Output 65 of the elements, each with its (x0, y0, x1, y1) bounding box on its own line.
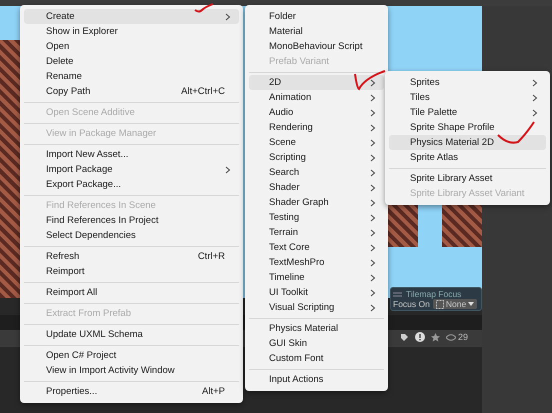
menu-item[interactable]: Input Actions (249, 372, 384, 387)
menu-item[interactable]: 2D (249, 75, 384, 90)
menu-item[interactable]: Physics Material (249, 321, 384, 336)
check-annotation (496, 120, 536, 146)
menu-item[interactable]: Testing (249, 210, 384, 225)
menu-item[interactable]: Scene (249, 135, 384, 150)
menu-item[interactable]: Create (24, 9, 239, 24)
menu-item[interactable]: Sprites (389, 75, 546, 90)
menu-item[interactable]: Sprite Shape Profile (389, 120, 546, 135)
menu-item[interactable]: Text Core (249, 240, 384, 255)
menu-item[interactable]: Properties... Alt+P (24, 384, 239, 399)
menu-item[interactable]: Select Dependencies (24, 228, 239, 243)
check-annotation (193, 2, 215, 14)
drag-handle-icon[interactable] (393, 292, 402, 296)
menu-item[interactable]: Reimport (24, 264, 239, 279)
menu-item[interactable]: Visual Scripting (249, 300, 384, 315)
menu-item[interactable]: Sprite Library Asset (389, 171, 546, 186)
tag-icon[interactable] (400, 332, 409, 342)
menu-item[interactable]: Update UXML Schema (24, 327, 239, 342)
menu-item[interactable]: Refresh Ctrl+R (24, 249, 239, 264)
menu-item[interactable]: Reimport All (24, 285, 239, 300)
square-icon (436, 300, 444, 308)
menu-item[interactable]: Show in Explorer (24, 24, 239, 39)
menu-item[interactable]: Shader (249, 180, 384, 195)
shortcut-text: Alt+P (202, 386, 225, 397)
menu-item[interactable]: Shader Graph (249, 195, 384, 210)
panel-title: Tilemap Focus (406, 289, 462, 299)
menu-item[interactable]: UI Toolkit (249, 285, 384, 300)
menu-item[interactable]: Scripting (249, 150, 384, 165)
menu-item[interactable]: Open (24, 39, 239, 54)
menu-item[interactable]: Terrain (249, 225, 384, 240)
caret-icon (468, 302, 474, 306)
menu-item[interactable]: Export Package... (24, 177, 239, 192)
warning-icon[interactable] (415, 332, 425, 342)
menu-item[interactable]: Tile Palette (389, 105, 546, 120)
menu-item[interactable]: Custom Font (249, 351, 384, 366)
menu-item[interactable]: Import Package (24, 162, 239, 177)
hidden-count[interactable]: 29 (446, 332, 468, 342)
menu-item[interactable]: Open C# Project (24, 348, 239, 363)
star-icon[interactable] (431, 332, 440, 342)
check-annotation (353, 68, 387, 91)
menu-item[interactable]: Find References In Project (24, 213, 239, 228)
menu-item[interactable]: Folder (249, 9, 384, 24)
menu-item[interactable]: Tiles (389, 90, 546, 105)
menu-item[interactable]: Search (249, 165, 384, 180)
menu-item[interactable]: Copy Path Alt+Ctrl+C (24, 84, 239, 99)
menu-item[interactable]: Sprite Atlas (389, 150, 546, 165)
eye-icon (446, 334, 456, 340)
menu-item[interactable]: View in Import Activity Window (24, 363, 239, 378)
menu-item[interactable]: GUI Skin (249, 336, 384, 351)
menu-item[interactable]: Import New Asset... (24, 147, 239, 162)
menu-item[interactable]: Physics Material 2D (389, 135, 546, 150)
focus-dropdown[interactable]: None (432, 299, 478, 309)
menu-item[interactable]: Material (249, 24, 384, 39)
shortcut-text: Ctrl+R (198, 251, 225, 262)
menu-item[interactable]: Animation (249, 90, 384, 105)
menu-item[interactable]: Delete (24, 54, 239, 69)
menu-item[interactable]: Rendering (249, 120, 384, 135)
menu-item[interactable]: Timeline (249, 270, 384, 285)
shortcut-text: Alt+Ctrl+C (181, 86, 225, 97)
menu-item[interactable]: Rename (24, 69, 239, 84)
menu-item[interactable]: MonoBehaviour Script (249, 39, 384, 54)
menu-item[interactable]: Audio (249, 105, 384, 120)
menu-item[interactable]: TextMeshPro (249, 255, 384, 270)
focus-label: Focus On (393, 299, 430, 309)
